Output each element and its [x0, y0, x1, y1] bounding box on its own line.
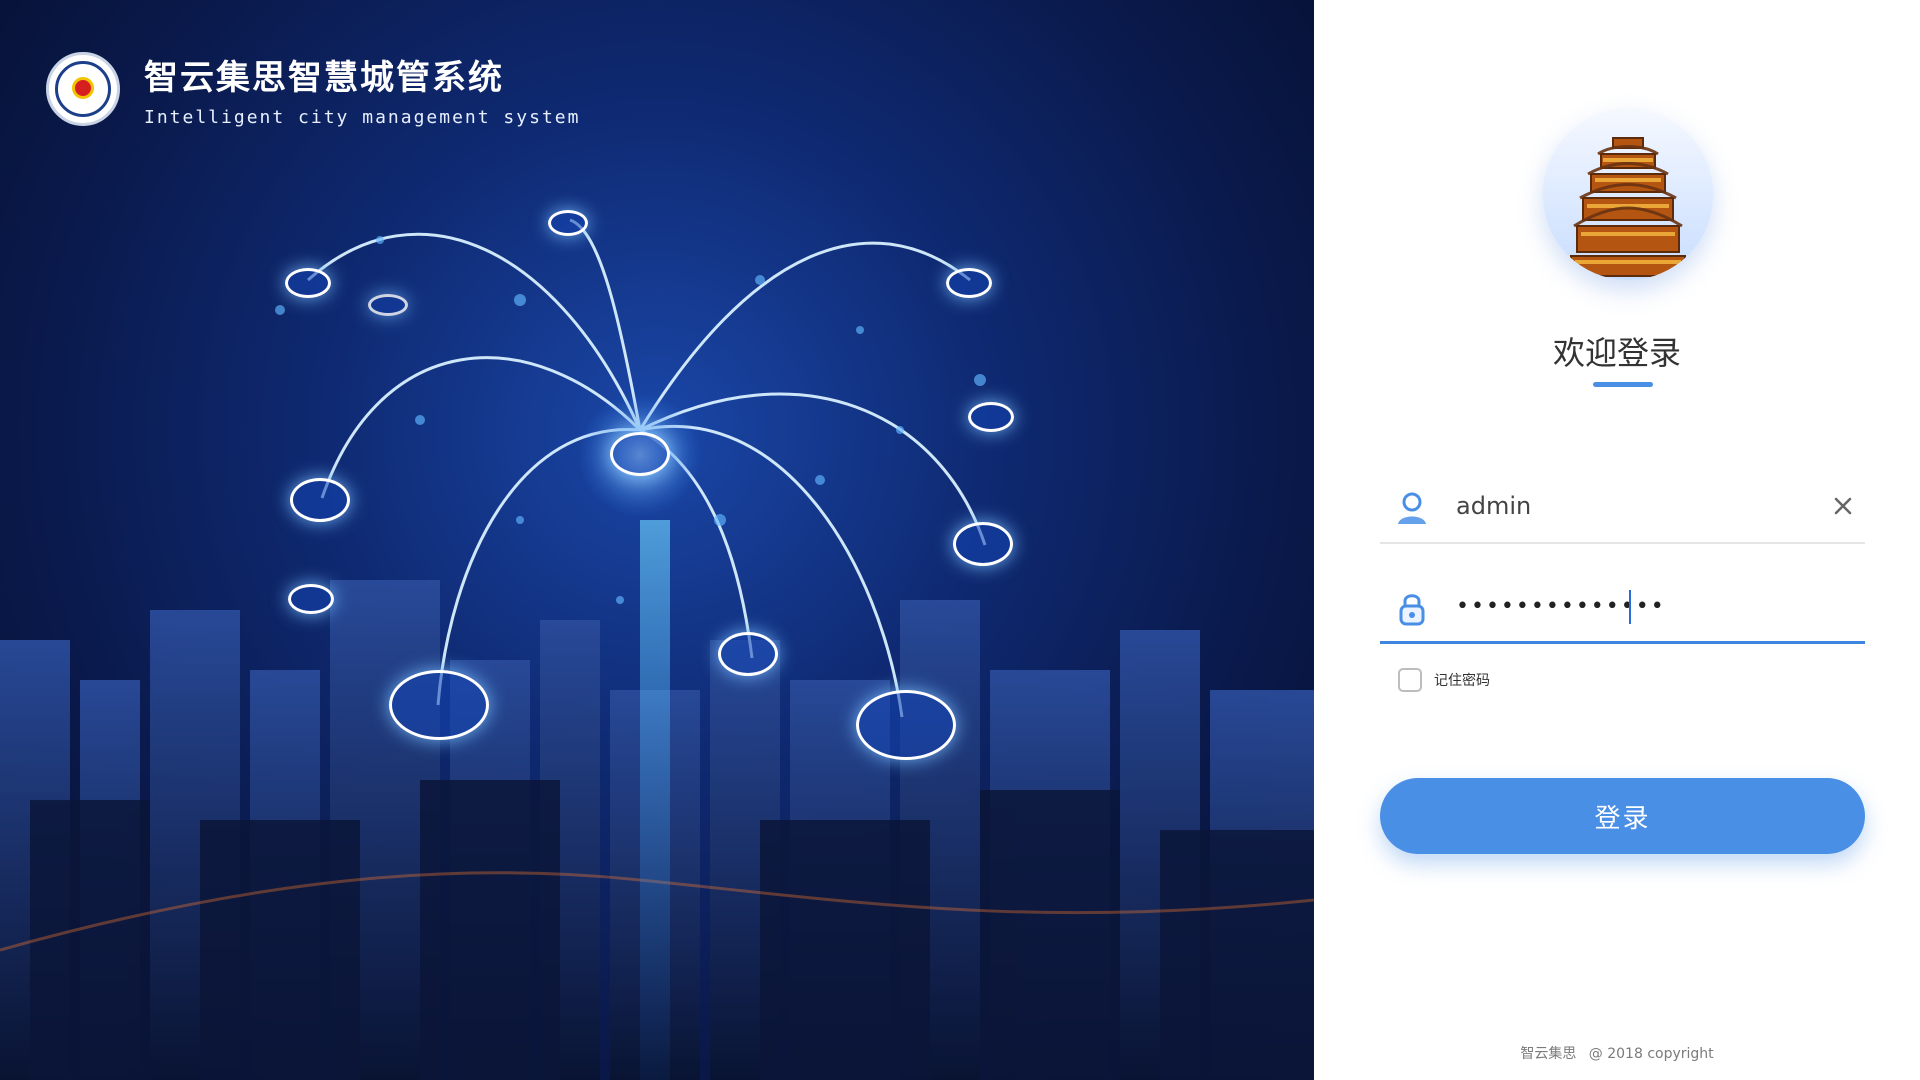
node-bus-icon — [946, 268, 992, 298]
network-lines — [275, 218, 987, 718]
node-car-icon — [389, 670, 489, 740]
footer-company: 智云集思 — [1520, 1046, 1577, 1062]
user-icon — [1398, 492, 1426, 524]
remember-checkbox[interactable] — [1398, 668, 1422, 692]
brand-title: 智云集思智慧城管系统 — [144, 58, 504, 98]
hero-panel: 智云集思智慧城管系统 Intelligent city management s… — [0, 0, 1314, 1080]
node-globe-icon — [610, 432, 670, 476]
node-heart-icon — [548, 210, 588, 236]
login-page: 智云集思智慧城管系统 Intelligent city management s… — [0, 0, 1920, 1080]
welcome-title: 欢迎登录 — [1552, 334, 1681, 372]
username-input[interactable] — [1456, 486, 1826, 526]
login-button[interactable]: 登录 — [1380, 778, 1865, 854]
remember-label: 记住密码 — [1434, 673, 1490, 689]
welcome-underline — [1593, 382, 1653, 387]
brand-subtitle: Intelligent city management system — [144, 107, 581, 128]
lock-icon — [1399, 594, 1425, 626]
node-camera-icon — [953, 522, 1013, 566]
city-emblem-logo — [46, 52, 120, 126]
pagoda-avatar — [1543, 110, 1713, 280]
remember-password[interactable]: 记住密码 — [1398, 668, 1490, 692]
node-chart-icon — [285, 268, 331, 298]
close-icon[interactable] — [1829, 492, 1857, 520]
node-fingerprint-icon — [968, 402, 1014, 432]
node-phone-icon — [290, 478, 350, 522]
brand: 智云集思智慧城管系统 Intelligent city management s… — [46, 50, 580, 128]
node-search-icon — [368, 294, 408, 316]
password-input[interactable] — [1456, 586, 1826, 626]
password-field — [1380, 570, 1865, 644]
username-field — [1380, 470, 1865, 544]
node-user-icon — [718, 632, 778, 676]
node-wifi-icon — [288, 584, 334, 614]
node-computer-icon — [856, 690, 956, 760]
footer-copyright: @ 2018 copyright — [1588, 1046, 1714, 1062]
login-panel: 欢迎登录 记住密码 登录 智云 — [1314, 0, 1920, 1080]
text-caret — [1629, 590, 1631, 624]
footer: 智云集思 @ 2018 copyright — [1314, 1043, 1920, 1063]
